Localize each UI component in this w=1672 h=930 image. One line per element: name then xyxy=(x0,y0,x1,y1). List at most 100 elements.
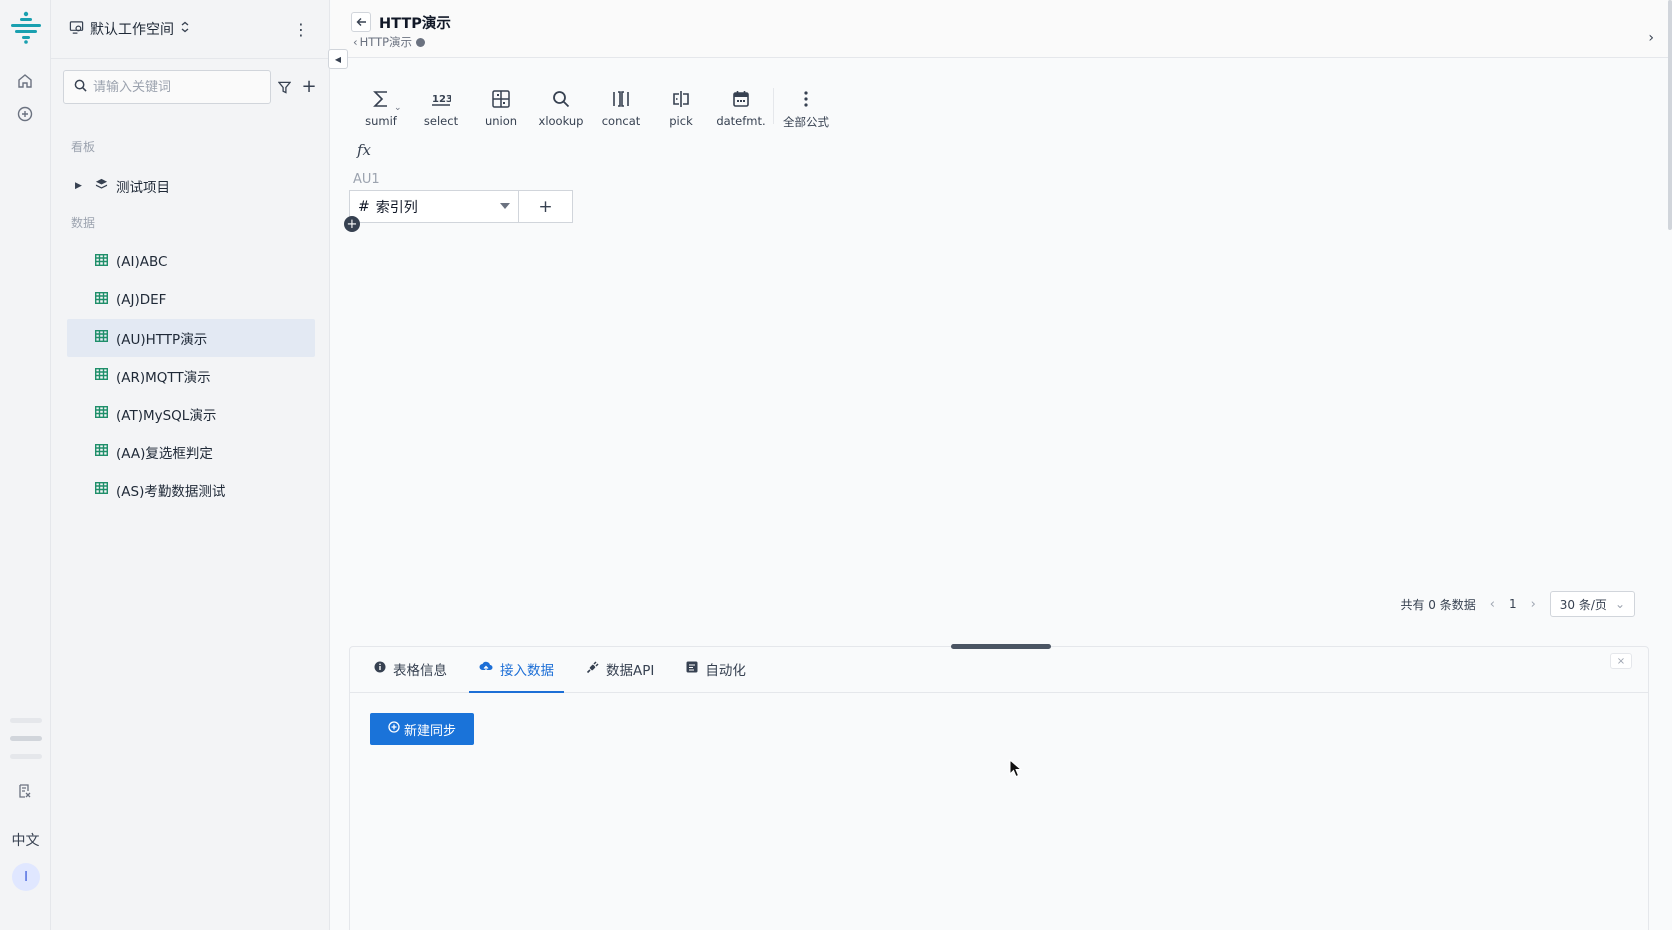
chevron-right-icon[interactable]: › xyxy=(1648,30,1654,46)
column-name: 索引列 xyxy=(375,199,418,216)
table-icon xyxy=(94,405,109,422)
tab-label: 数据API xyxy=(606,663,655,679)
main-area: HTTP演示 ‹ HTTP演示 › ◀ sumif 123 select uni… xyxy=(328,0,1672,930)
table-icon xyxy=(94,329,109,346)
panel-tabs: 表格信息 接入数据 数据API 自动化 xyxy=(350,647,1648,693)
tool-pick[interactable]: pick xyxy=(651,88,711,128)
home-icon[interactable] xyxy=(14,70,36,92)
app-rail: 中文 I xyxy=(0,0,51,930)
table-icon xyxy=(94,291,109,308)
calendar-icon xyxy=(732,88,750,110)
board-label: 测试项目 xyxy=(116,180,170,196)
mouse-cursor-icon xyxy=(1009,758,1023,779)
sigma-icon xyxy=(372,88,390,110)
tool-datefmt[interactable]: datefmt. xyxy=(711,88,771,128)
add-circle-icon xyxy=(388,721,400,737)
tool-xlookup[interactable]: xlookup xyxy=(531,88,591,128)
table-item[interactable]: (AT)MySQL演示 xyxy=(67,395,315,433)
tab-data-api[interactable]: 数据API xyxy=(576,647,664,693)
plug-icon xyxy=(586,660,599,678)
rail-divider xyxy=(10,754,42,759)
back-button[interactable] xyxy=(351,12,371,32)
bottom-panel: × 表格信息 接入数据 数据API 自动化 新建同步 xyxy=(349,644,1649,930)
formula-toolbar: sumif 123 select union xlookup concat pi… xyxy=(351,88,836,130)
tab-label: 接入数据 xyxy=(500,663,554,679)
table-item-active[interactable]: (AU)HTTP演示 xyxy=(67,319,315,357)
caret-right-icon[interactable]: ▶ xyxy=(75,181,82,191)
section-label-boards: 看板 xyxy=(71,140,96,154)
toolbar-divider xyxy=(773,88,774,124)
numbers-icon: 123 xyxy=(431,88,451,110)
search-input[interactable] xyxy=(93,79,263,95)
pagination: 共有 0 条数据 ‹ 1 › 30 条/页 ⌄ xyxy=(1400,591,1635,617)
new-sync-button[interactable]: 新建同步 xyxy=(370,713,474,745)
page-size-select[interactable]: 30 条/页 ⌄ xyxy=(1549,591,1635,617)
sidebar-search[interactable] xyxy=(63,70,271,104)
tab-label: 表格信息 xyxy=(393,663,447,679)
table-icon xyxy=(94,481,109,498)
language-switch[interactable]: 中文 xyxy=(0,830,51,850)
docs-icon[interactable] xyxy=(14,780,36,802)
chevron-down-icon[interactable]: ⌄ xyxy=(394,103,402,113)
add-circle-icon[interactable] xyxy=(14,103,36,125)
tool-union[interactable]: union xyxy=(471,88,531,128)
add-column-button[interactable]: + xyxy=(518,190,573,223)
pick-icon xyxy=(671,88,691,110)
divider xyxy=(51,58,329,59)
dropdown-arrow-icon[interactable] xyxy=(500,203,510,209)
chevron-left-icon: ‹ xyxy=(353,35,358,49)
table-label: (AJ)DEF xyxy=(116,292,167,308)
table-item[interactable]: (AA)复选框判定 xyxy=(67,433,315,471)
table-item[interactable]: (AS)考勤数据测试 xyxy=(67,471,315,509)
breadcrumb[interactable]: ‹ HTTP演示 xyxy=(353,34,426,50)
fx-icon[interactable]: fx xyxy=(357,141,371,159)
workspace-icon xyxy=(69,20,84,39)
chevron-down-icon: ⌄ xyxy=(1614,597,1625,611)
page-size-value: 30 条/页 xyxy=(1559,597,1607,612)
collapse-sidebar-button[interactable]: ◀ xyxy=(328,49,348,69)
tool-select[interactable]: 123 select xyxy=(411,88,471,128)
add-icon[interactable]: + xyxy=(300,76,318,97)
table-item[interactable]: (AR)MQTT演示 xyxy=(67,357,315,395)
tool-concat[interactable]: concat xyxy=(591,88,651,128)
section-label-data: 数据 xyxy=(71,216,96,230)
tool-all-formulas[interactable]: 全部公式 xyxy=(776,88,836,130)
table-label: (AU)HTTP演示 xyxy=(116,332,208,348)
column-header[interactable]: # 索引列 xyxy=(349,190,519,223)
filter-icon[interactable] xyxy=(275,78,293,96)
new-sync-label: 新建同步 xyxy=(403,723,456,739)
svg-text:123: 123 xyxy=(432,94,451,105)
app-logo-icon[interactable] xyxy=(9,10,43,44)
table-label: (AI)ABC xyxy=(116,254,168,270)
tab-connect-data[interactable]: 接入数据 xyxy=(469,647,564,693)
tab-label: 自动化 xyxy=(705,663,746,679)
tab-automation[interactable]: 自动化 xyxy=(676,647,756,693)
table-item[interactable]: (AJ)DEF xyxy=(67,281,315,319)
table-icon xyxy=(94,443,109,460)
table-item[interactable]: (AI)ABC xyxy=(67,243,315,281)
tool-label: datefmt. xyxy=(716,114,766,128)
info-icon xyxy=(374,661,386,677)
workspace-switcher[interactable]: 默认工作空间 xyxy=(69,16,190,42)
table-label: (AT)MySQL演示 xyxy=(116,408,217,424)
tool-label: concat xyxy=(601,114,641,128)
rail-divider xyxy=(10,736,42,741)
board-item[interactable]: ▶ 测试项目 xyxy=(67,167,315,205)
prev-page-icon[interactable]: ‹ xyxy=(1490,597,1495,612)
tool-label: union xyxy=(484,114,518,128)
tool-label: xlookup xyxy=(538,114,584,128)
automation-icon xyxy=(686,661,698,677)
tool-sumif[interactable]: sumif xyxy=(351,88,411,128)
add-row-icon[interactable]: + xyxy=(344,216,360,232)
settings-dot-icon[interactable] xyxy=(416,37,426,47)
workspace-more-icon[interactable]: ⋮ xyxy=(291,17,311,41)
column-type-icon: # xyxy=(358,198,370,215)
table-label: (AS)考勤数据测试 xyxy=(116,484,226,500)
tool-label: pick xyxy=(669,114,693,128)
vertical-scrollbar[interactable] xyxy=(1668,0,1672,230)
user-avatar[interactable]: I xyxy=(12,863,40,891)
next-page-icon[interactable]: › xyxy=(1531,597,1536,612)
current-page[interactable]: 1 xyxy=(1509,597,1517,611)
tab-table-info[interactable]: 表格信息 xyxy=(364,647,457,693)
cloud-upload-icon xyxy=(479,661,493,677)
